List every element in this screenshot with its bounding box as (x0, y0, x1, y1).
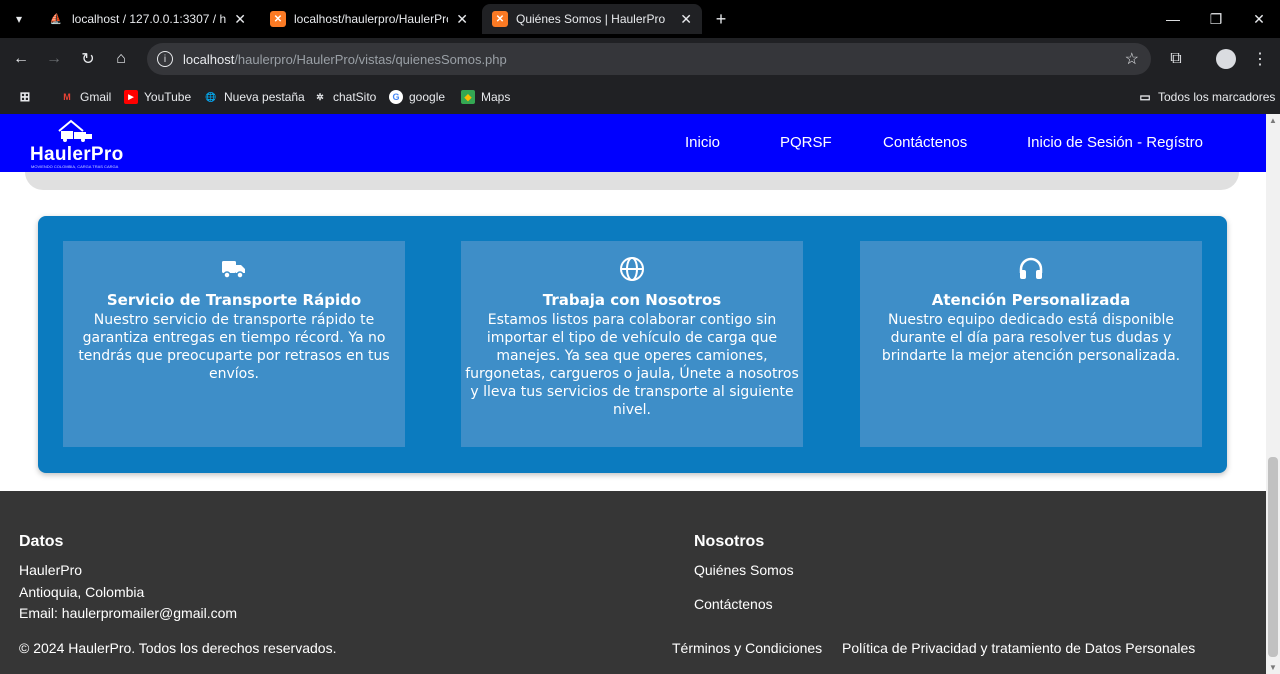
maps-icon: ◆ (461, 90, 475, 104)
footer-datos-heading: Datos (19, 533, 64, 550)
url-path: /haulerpro/HaulerPro/vistas/quienesSomos… (234, 51, 507, 67)
site-header: HaulerPro MOVIENDO COLOMBIA, CARGA TRAS … (0, 114, 1266, 172)
footer-link-contactenos[interactable]: Contáctenos (694, 596, 773, 612)
truck-icon (220, 255, 248, 283)
feature-title: Atención Personalizada (931, 291, 1131, 309)
tab-title: localhost/haulerpro/HaulerPro/ (294, 12, 449, 26)
bookmark-label: Nueva pestaña (224, 90, 305, 104)
headset-icon (1017, 255, 1045, 283)
bookmark-label: chatSito (333, 90, 377, 104)
google-icon: G (389, 90, 403, 104)
bookmark-google[interactable]: Ggoogle (389, 88, 445, 106)
footer-nosotros-heading: Nosotros (694, 533, 765, 550)
back-arrow-icon[interactable]: ← (8, 46, 34, 72)
new-tab-plus-icon[interactable]: + (711, 9, 731, 30)
feature-card-transport: Servicio de Transporte Rápido Nuestro se… (63, 241, 405, 447)
bookmark-label: Maps (481, 90, 511, 104)
nav-pqrsf[interactable]: PQRSF (780, 134, 832, 151)
globe-icon: 🌐 (205, 91, 217, 102)
site-footer: Datos HaulerPro Antioquia, Colombia Emai… (0, 491, 1266, 674)
site-logo[interactable]: HaulerPro MOVIENDO COLOMBIA, CARGA TRAS … (30, 118, 124, 169)
bookmark-star-icon[interactable]: ☆ (1125, 49, 1139, 69)
tab-strip: ▾ ⛵ localhost / 127.0.0.1:3307 / hau ✕ ✕… (0, 0, 1280, 38)
bookmark-label: Gmail (80, 90, 112, 104)
brand-name: HaulerPro (30, 144, 124, 165)
tab-title: Quiénes Somos | HaulerPro (516, 12, 666, 26)
footer-link-terms[interactable]: Términos y Condiciones (672, 640, 822, 656)
profile-avatar[interactable] (1213, 46, 1239, 72)
close-icon[interactable]: ✕ (234, 11, 246, 28)
truck-house-logo-icon (58, 119, 92, 142)
footer-company: HaulerPro (19, 562, 83, 578)
bookmark-label: google (409, 90, 446, 104)
brand-tagline: MOVIENDO COLOMBIA, CARGA TRAS CARGA (31, 164, 119, 169)
tab-haulerpro-root[interactable]: ✕ localhost/haulerpro/HaulerPro/ ✕ (260, 4, 478, 34)
tab-phpmyadmin[interactable]: ⛵ localhost / 127.0.0.1:3307 / hau ✕ (38, 4, 256, 34)
scrollbar-thumb[interactable] (1268, 457, 1278, 657)
nav-login-register[interactable]: Inicio de Sesión - Regístro (1027, 134, 1203, 151)
xampp-icon: ✕ (492, 11, 508, 27)
close-icon[interactable]: ✕ (456, 11, 468, 28)
close-icon[interactable]: ✕ (680, 11, 692, 28)
folder-icon: ▭ (1139, 90, 1151, 104)
page-viewport: HaulerPro MOVIENDO COLOMBIA, CARGA TRAS … (0, 114, 1266, 674)
tab-title: localhost / 127.0.0.1:3307 / hau (72, 12, 227, 26)
scroll-up-arrow-icon[interactable]: ▲ (1269, 116, 1277, 125)
footer-copyright: © 2024 HaulerPro. Todos los derechos res… (19, 640, 337, 656)
bookmark-label: YouTube (144, 90, 192, 104)
feature-title: Servicio de Transporte Rápido (106, 291, 362, 309)
globe-icon (618, 255, 646, 283)
forward-arrow-icon[interactable]: → (41, 46, 67, 72)
nav-inicio[interactable]: Inicio (685, 134, 720, 151)
feature-text: Nuestro servicio de transporte rápido te… (78, 312, 390, 382)
nav-contactenos[interactable]: Contáctenos (883, 134, 967, 151)
footer-link-quienes-somos[interactable]: Quiénes Somos (694, 562, 794, 578)
feature-title: Trabaja con Nosotros (542, 291, 722, 309)
bookmark-maps[interactable]: ◆ Maps (461, 88, 510, 106)
url-host: localhost (183, 51, 235, 67)
footer-email: Email: haulerpromailer@gmail.com (19, 605, 238, 621)
reload-icon[interactable]: ↻ (75, 46, 101, 72)
phpmyadmin-icon: ⛵ (49, 13, 63, 25)
extensions-puzzle-icon[interactable]: ⧉ (1163, 46, 1189, 72)
feature-text: Estamos listos para colaborar contigo si… (465, 312, 799, 418)
apps-grid-icon[interactable]: ⊞ (18, 88, 38, 106)
home-icon[interactable]: ⌂ (108, 46, 134, 72)
restore-icon[interactable]: ❐ (1195, 0, 1237, 38)
page-scrollbar[interactable]: ▲ ▼ (1266, 114, 1280, 674)
site-info-icon[interactable]: i (157, 51, 173, 67)
scroll-down-arrow-icon[interactable]: ▼ (1269, 663, 1277, 672)
bookmark-chatsito[interactable]: ✲ chatSito (313, 88, 376, 106)
browser-toolbar: ← → ↻ ⌂ i localhost/haulerpro/HaulerPro/… (0, 38, 1280, 80)
footer-location: Antioquia, Colombia (19, 584, 145, 600)
kebab-menu-icon[interactable]: ⋮ (1247, 46, 1273, 72)
url-text[interactable]: localhost/haulerpro/HaulerPro/vistas/qui… (183, 52, 507, 67)
bookmark-nueva-pestana[interactable]: 🌐 Nueva pestaña (204, 88, 305, 106)
bookmarks-bar: ⊞ M Gmail ▶ YouTube 🌐 Nueva pestaña ✲ chatSi… (0, 80, 1280, 114)
feature-card-work-with-us: Trabaja con Nosotros Estamos listos para… (461, 241, 803, 447)
chatgpt-icon: ✲ (316, 91, 324, 102)
gmail-icon: M (63, 92, 71, 102)
youtube-icon: ▶ (124, 90, 138, 104)
tab-quienes-somos[interactable]: ✕ Quiénes Somos | HaulerPro ✕ (482, 4, 702, 34)
footer-link-privacy[interactable]: Política de Privacidad y tratamiento de … (842, 640, 1195, 656)
bookmark-gmail[interactable]: M Gmail (60, 88, 111, 106)
features-section: Servicio de Transporte Rápido Nuestro se… (38, 216, 1227, 473)
window-close-icon[interactable]: ✕ (1238, 0, 1280, 38)
feature-card-support: Atención Personalizada Nuestro equipo de… (860, 241, 1202, 447)
xampp-icon: ✕ (270, 11, 286, 27)
all-bookmarks-folder[interactable]: ▭ Todos los marcadores (1138, 88, 1275, 106)
feature-text: Nuestro equipo dedicado está disponible … (881, 312, 1181, 364)
bookmark-youtube[interactable]: ▶ YouTube (124, 88, 191, 106)
minimize-icon[interactable]: — (1152, 0, 1194, 38)
tab-search-chevron-icon[interactable]: ▾ (0, 0, 38, 38)
bookmark-label: Todos los marcadores (1158, 90, 1276, 104)
address-bar[interactable]: i localhost/haulerpro/HaulerPro/vistas/q… (147, 43, 1151, 75)
